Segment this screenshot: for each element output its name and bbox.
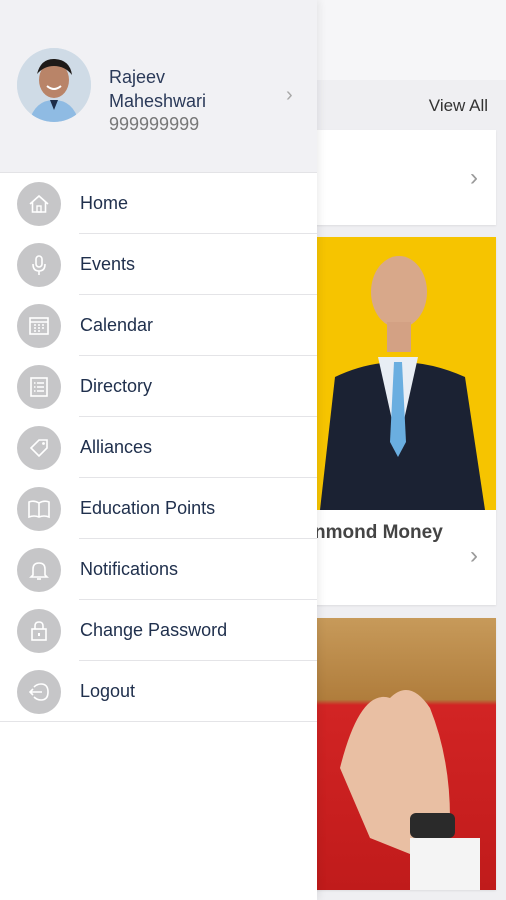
navigation-drawer: Rajeev Maheshwari 999999999 › Home Event… [0,0,317,900]
menu-item-label: Calendar [80,315,154,335]
menu-item-calendar[interactable]: Calendar [0,295,317,356]
background-card[interactable]: › [300,130,496,225]
menu-item-label: Alliances [80,437,153,457]
background-card[interactable] [300,618,496,890]
menu-item-alliances[interactable]: Alliances [0,417,317,478]
menu-item-label: Logout [80,681,136,701]
menu-item-notifications[interactable]: Notifications [0,539,317,600]
menu-item-label: Home [80,193,129,213]
home-icon [17,181,61,226]
chevron-right-icon: › [470,164,478,191]
menu-item-home[interactable]: Home [0,173,317,234]
menu-item-logout[interactable]: Logout [0,661,317,722]
divider [0,721,317,722]
featured-image [300,237,496,510]
drawer-menu: Home Events Calendar Directory Alliances… [0,173,317,722]
menu-item-label: Notifications [80,559,179,579]
menu-item-education-points[interactable]: Education Points [0,478,317,539]
card-image [300,618,496,890]
menu-item-label: Education Points [80,498,216,518]
featured-caption: nmond Money [314,522,443,543]
profile-header[interactable]: Rajeev Maheshwari 999999999 › [0,0,317,173]
chevron-right-icon: › [286,84,293,106]
book-icon [17,486,61,531]
microphone-icon [17,242,61,287]
avatar [17,48,91,122]
calendar-icon [17,303,61,348]
menu-item-label: Directory [80,376,153,396]
logout-icon [17,669,61,714]
menu-item-label: Events [80,254,136,274]
list-icon [17,364,61,409]
tag-icon [17,425,61,470]
lock-icon [17,608,61,653]
featured-card[interactable]: nmond Money › [300,237,496,605]
profile-name: Rajeev Maheshwari [109,67,207,111]
bell-icon [17,547,61,592]
menu-item-events[interactable]: Events [0,234,317,295]
menu-item-directory[interactable]: Directory [0,356,317,417]
view-all-link[interactable]: View All [429,96,488,116]
profile-phone: 999999999 [109,114,200,134]
menu-item-change-password[interactable]: Change Password [0,600,317,661]
chevron-right-icon: › [470,542,478,569]
menu-item-label: Change Password [80,620,228,640]
